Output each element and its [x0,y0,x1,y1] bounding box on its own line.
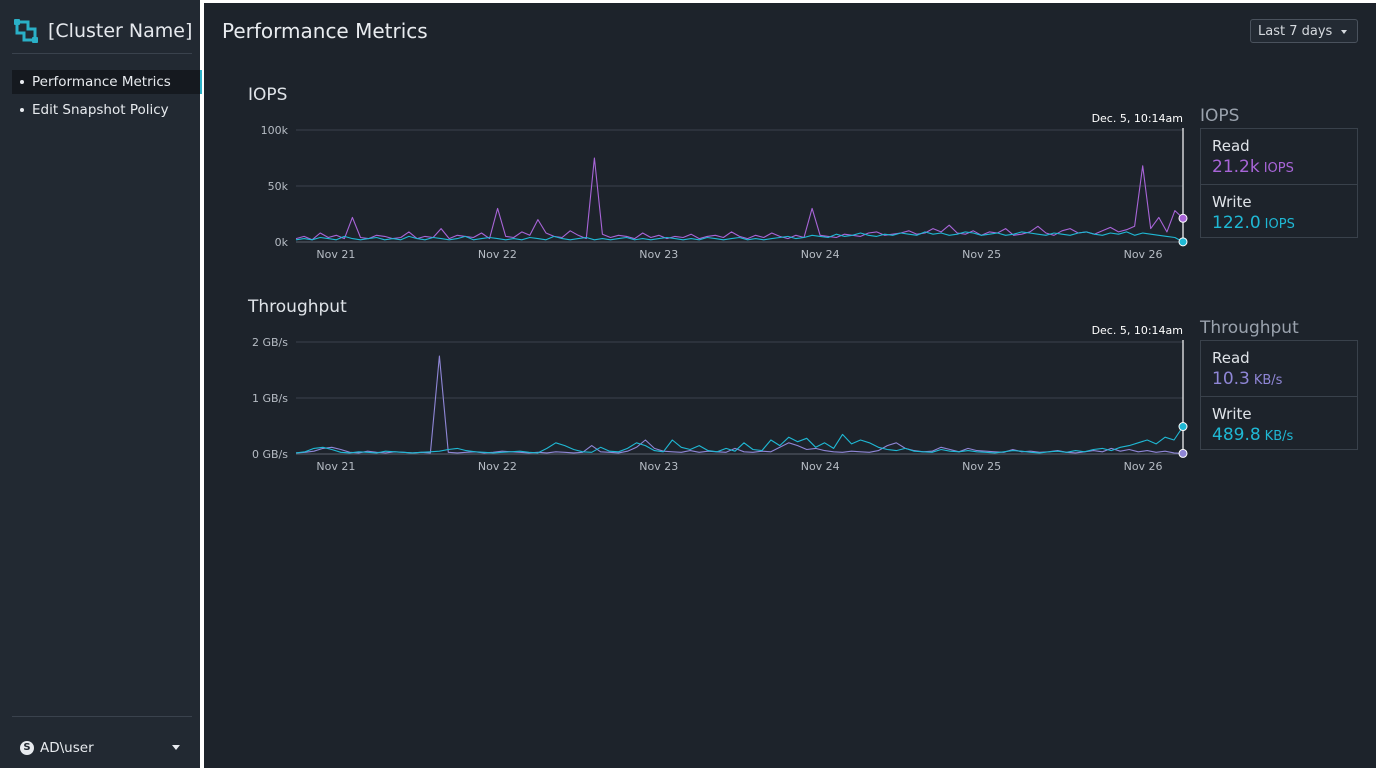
series-endpoint-dot [1178,448,1188,458]
y-tick-label: 1 GB/s [252,392,288,405]
sidebar-nav: Performance Metrics Edit Snapshot Policy [12,70,202,126]
user-name: AD\user [40,740,94,756]
y-tick-label: 2 GB/s [252,336,288,349]
main-content: Performance Metrics Last 7 days IOPS 100… [204,3,1376,768]
x-tick-label: Nov 21 [316,460,355,473]
throughput-legend-write: Write 489.8 KB/s [1201,396,1357,452]
sidebar-item-edit-snapshot-policy[interactable]: Edit Snapshot Policy [12,98,200,122]
series-endpoint-dot [1178,422,1188,432]
x-tick-label: Nov 25 [962,248,1001,261]
write-unit: KB/s [1264,429,1294,444]
throughput-legend-title: Throughput [1200,318,1299,338]
sidebar-item-performance-metrics[interactable]: Performance Metrics [12,70,202,94]
legend-write-value: 122.0 IOPS [1212,213,1295,233]
throughput-legend-read: Read 10.3 KB/s [1201,341,1357,396]
bullet-icon [20,80,24,84]
legend-write-value: 489.8 KB/s [1212,425,1293,445]
legend-read-value: 21.2k IOPS [1212,157,1294,177]
x-tick-label: Nov 23 [639,248,678,261]
brand: [Cluster Name] [12,16,192,46]
x-tick-label: Nov 24 [801,248,840,261]
read-value: 10.3 [1212,369,1250,389]
series-endpoint-dot [1178,213,1188,223]
legend-read-label: Read [1212,137,1250,155]
y-tick-label: 100k [261,124,289,137]
sidebar: [Cluster Name] Performance Metrics Edit … [0,0,202,768]
cluster-name: [Cluster Name] [48,20,193,42]
time-range-select[interactable]: Last 7 days [1250,19,1358,43]
user-menu[interactable]: S AD\user [20,738,180,758]
read-value: 21.2k [1212,157,1260,177]
legend-read-value: 10.3 KB/s [1212,369,1282,389]
x-tick-label: Nov 22 [478,460,517,473]
series-line-read [295,355,1184,454]
series-line-read [295,157,1184,241]
legend-read-label: Read [1212,349,1250,367]
read-unit: KB/s [1253,373,1283,388]
iops-legend-read: Read 21.2k IOPS [1201,129,1357,184]
throughput-chart-section: Throughput 2 GB/s 1 GB/s 0 GB/s Nov 21 Nov 2… [204,297,1376,487]
hover-timestamp: Dec. 5, 10:14am [1092,324,1183,337]
write-value: 489.8 [1212,425,1261,445]
sidebar-item-label: Performance Metrics [32,74,171,90]
y-tick-label: 0k [275,236,289,249]
series-line-write [295,426,1184,454]
sidebar-divider [12,716,192,717]
y-tick-label: 50k [268,180,289,193]
page-title: Performance Metrics [222,19,428,43]
iops-legend-title: IOPS [1200,106,1240,126]
iops-legend: Read 21.2k IOPS Write 122.0 IOPS [1200,128,1358,238]
write-value: 122.0 [1212,213,1261,233]
sidebar-divider [12,53,192,54]
x-tick-label: Nov 21 [316,248,355,261]
throughput-legend: Read 10.3 KB/s Write 489.8 KB/s [1200,340,1358,450]
chevron-down-icon[interactable] [172,745,180,750]
hover-timestamp: Dec. 5, 10:14am [1092,112,1183,125]
iops-legend-write: Write 122.0 IOPS [1201,184,1357,240]
time-range-value: Last 7 days [1258,24,1333,39]
series-endpoint-dot [1178,237,1188,247]
x-tick-label: Nov 22 [478,248,517,261]
legend-write-label: Write [1212,405,1252,423]
chevron-down-icon [1341,30,1347,34]
user-avatar-icon: S [20,741,34,755]
sidebar-item-label: Edit Snapshot Policy [32,102,169,118]
x-tick-label: Nov 26 [1124,460,1163,473]
x-tick-label: Nov 26 [1124,248,1163,261]
cluster-logo-icon [14,19,38,43]
legend-write-label: Write [1212,193,1252,211]
x-tick-label: Nov 23 [639,460,678,473]
iops-chart-section: IOPS 100k 50k 0k Nov 21 Nov 22 Nov 23 Nov 24 No… [204,85,1376,275]
write-unit: IOPS [1264,217,1295,232]
bullet-icon [20,108,24,112]
x-tick-label: Nov 25 [962,460,1001,473]
x-tick-label: Nov 24 [801,460,840,473]
read-unit: IOPS [1263,161,1294,176]
y-tick-label: 0 GB/s [252,448,288,461]
